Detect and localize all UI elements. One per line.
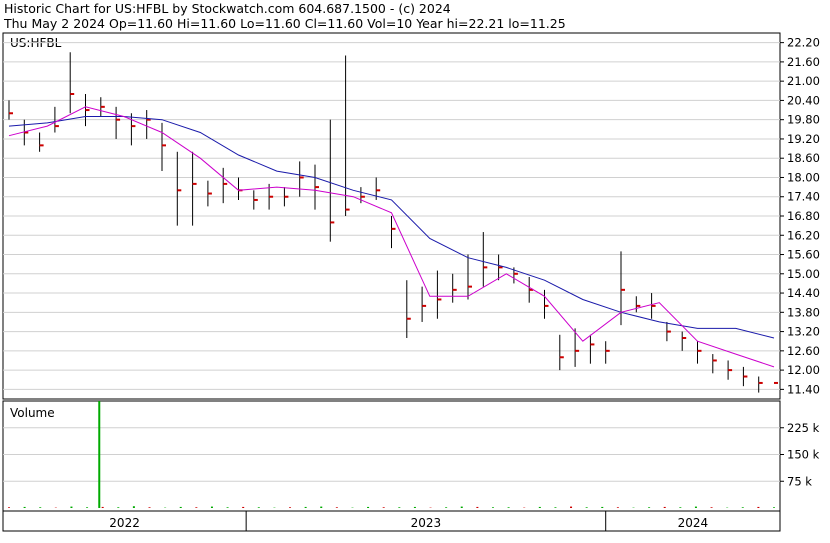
price-y-tick-label: 15.00 xyxy=(787,267,820,281)
price-y-tick-label: 21.60 xyxy=(787,55,820,69)
price-y-tick-label: 12.60 xyxy=(787,344,820,358)
chart-title: Historic Chart for US:HFBL by Stockwatch… xyxy=(4,1,451,16)
volume-panel xyxy=(2,400,781,512)
price-y-tick-label: 18.60 xyxy=(787,151,820,165)
price-y-tick-label: 16.80 xyxy=(787,209,820,223)
chart-quote-line: Thu May 2 2024 Op=11.60 Hi=11.60 Lo=11.6… xyxy=(3,16,566,31)
price-y-tick-label: 14.40 xyxy=(787,286,820,300)
price-y-tick-label: 15.60 xyxy=(787,248,820,262)
price-y-tick-label: 16.20 xyxy=(787,228,820,242)
volume-y-tick-label: 75 k xyxy=(787,474,812,488)
price-y-tick-label: 21.00 xyxy=(787,74,820,88)
price-y-tick-label: 11.40 xyxy=(787,382,820,396)
x-axis-year-label: 2024 xyxy=(678,516,709,530)
x-axis-year-label: 2023 xyxy=(411,516,442,530)
stock-chart: Historic Chart for US:HFBL by Stockwatch… xyxy=(0,0,830,543)
price-y-tick-label: 22.20 xyxy=(787,36,820,50)
price-y-tick-label: 19.20 xyxy=(787,132,820,146)
price-y-tick-label: 19.80 xyxy=(787,113,820,127)
price-y-tick-label: 20.40 xyxy=(787,93,820,107)
x-axis-year-label: 2022 xyxy=(109,516,140,530)
price-y-tick-label: 12.00 xyxy=(787,363,820,377)
price-y-tick-label: 17.40 xyxy=(787,190,820,204)
price-y-tick-label: 13.20 xyxy=(787,325,820,339)
price-y-tick-label: 18.00 xyxy=(787,170,820,184)
price-y-tick-label: 13.80 xyxy=(787,305,820,319)
volume-y-tick-label: 150 k xyxy=(787,448,820,462)
volume-panel-label: Volume xyxy=(10,406,55,420)
volume-y-tick-label: 225 k xyxy=(787,421,820,435)
